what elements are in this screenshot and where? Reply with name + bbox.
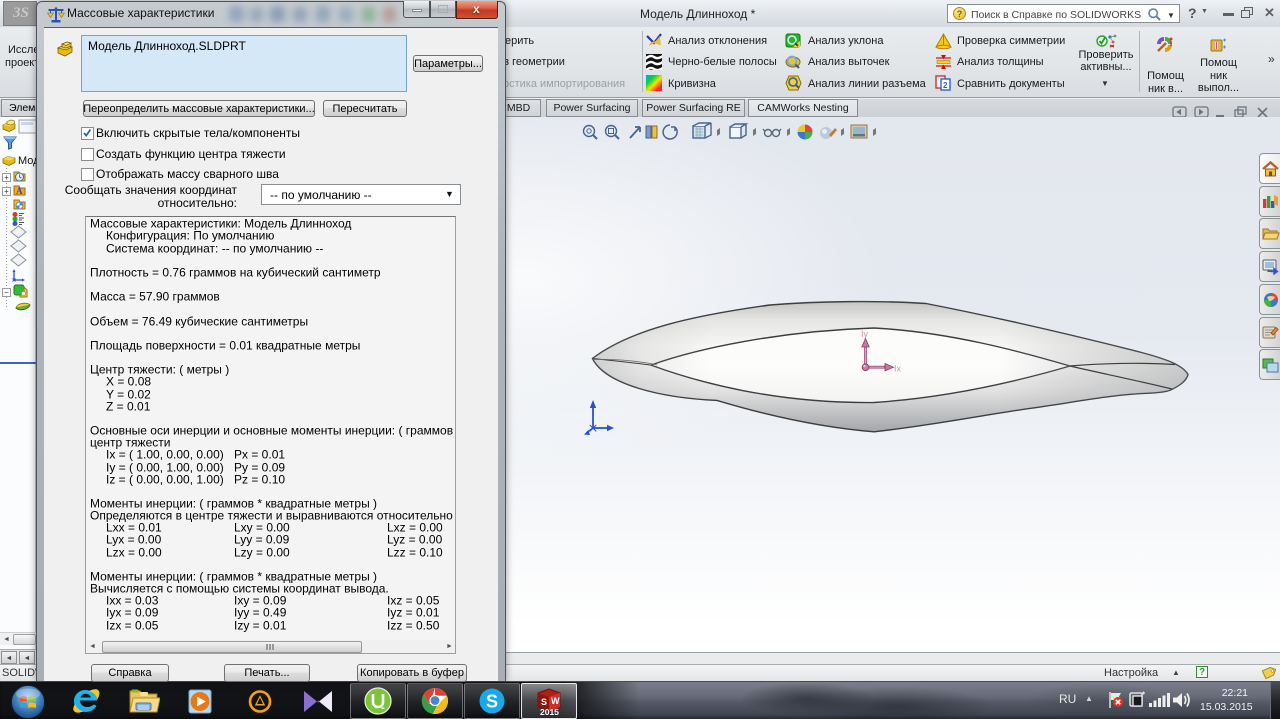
svg-text:S: S [486, 692, 498, 712]
svg-text:2: 2 [943, 81, 948, 90]
svg-text:2015: 2015 [540, 707, 559, 717]
svg-text:W: W [551, 696, 560, 706]
svg-text:S: S [541, 697, 547, 707]
svg-text:A: A [16, 186, 23, 196]
svg-text:Iy: Iy [861, 329, 869, 339]
svg-text:Ix: Ix [894, 364, 902, 374]
